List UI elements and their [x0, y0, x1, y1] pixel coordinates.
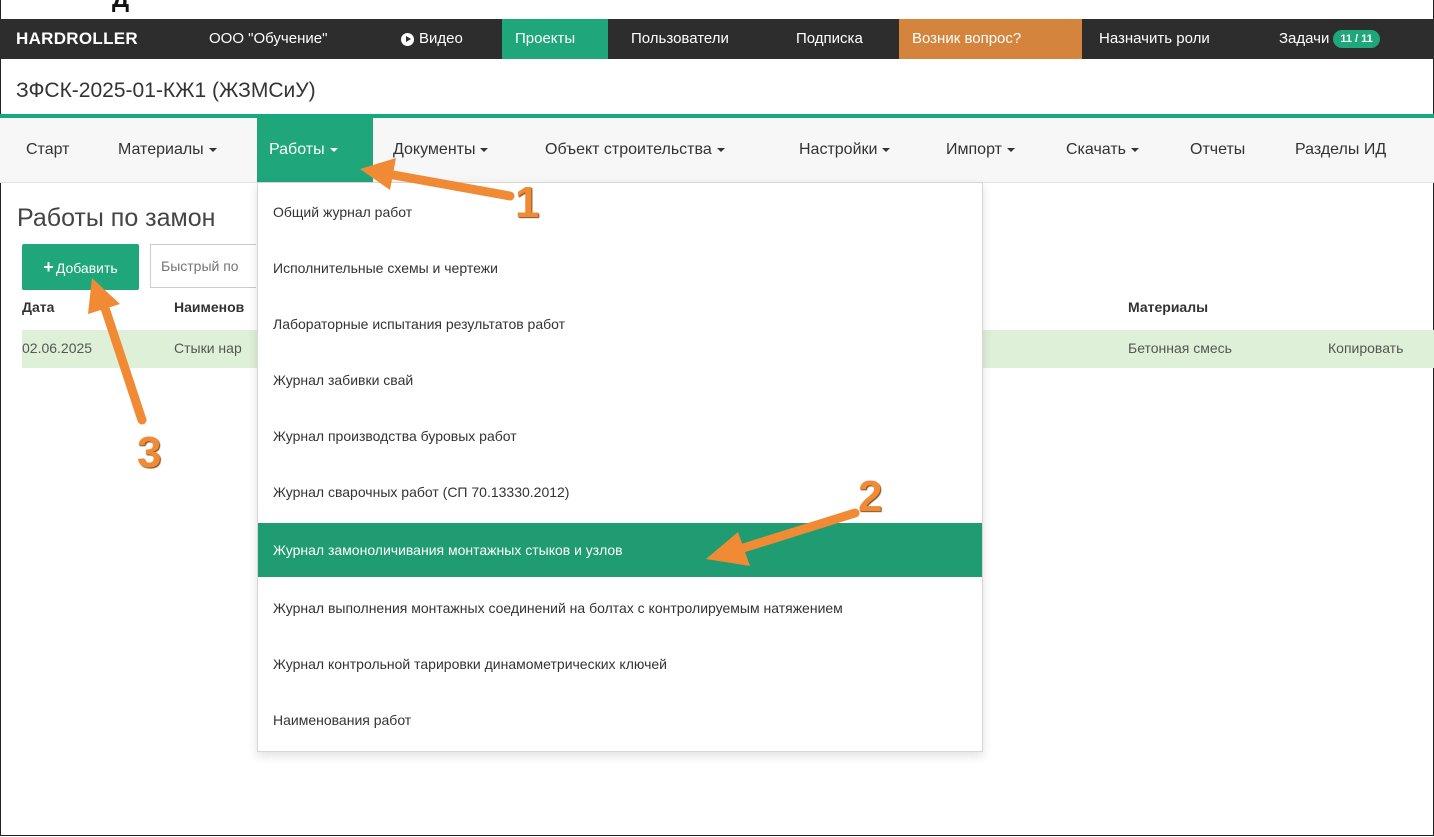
annotation-number-3: 3	[137, 428, 162, 477]
annotation-number-2: 2	[858, 472, 883, 521]
arrow-3	[88, 278, 147, 425]
annotation-number-1: 1	[515, 178, 540, 227]
arrow-2	[706, 508, 860, 566]
arrow-1	[360, 158, 515, 201]
annotation-arrows	[88, 158, 860, 566]
